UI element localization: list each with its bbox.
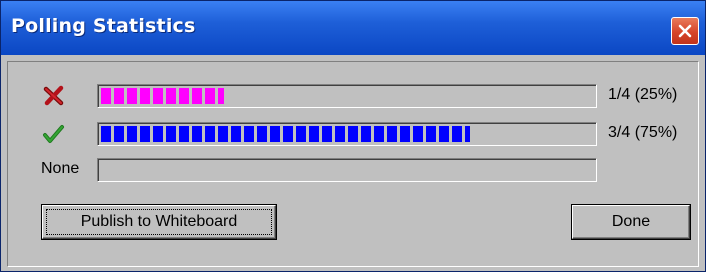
focus-ring <box>46 209 272 235</box>
title-bar[interactable]: Polling Statistics <box>1 1 705 55</box>
row-label-none: None <box>41 160 80 177</box>
progress-fill <box>101 126 470 142</box>
window-title: Polling Statistics <box>11 15 196 37</box>
red-x-icon <box>42 84 66 108</box>
dialog-body: 1/4 (25%) 3/4 (75%) None Publish to Whit… <box>7 61 699 267</box>
poll-row-correct: 3/4 (75%) <box>8 120 698 148</box>
poll-row-incorrect: 1/4 (25%) <box>8 82 698 110</box>
done-button[interactable]: Done <box>572 205 690 239</box>
publish-to-whiteboard-button[interactable]: Publish to Whiteboard <box>42 205 276 239</box>
progress-fill <box>101 88 224 104</box>
done-button-label: Done <box>611 213 651 230</box>
progress-bar <box>97 122 597 146</box>
poll-result-text: 3/4 (75%) <box>608 124 678 141</box>
close-icon <box>678 24 692 38</box>
progress-bar <box>97 84 597 108</box>
green-check-icon <box>42 122 66 146</box>
progress-bar <box>97 158 597 182</box>
poll-result-text: 1/4 (25%) <box>608 86 678 103</box>
polling-statistics-window: Polling Statistics 1/4 (25%) 3/4 (75%) N… <box>0 0 706 272</box>
poll-row-none: None <box>8 156 698 184</box>
close-button[interactable] <box>671 17 699 45</box>
